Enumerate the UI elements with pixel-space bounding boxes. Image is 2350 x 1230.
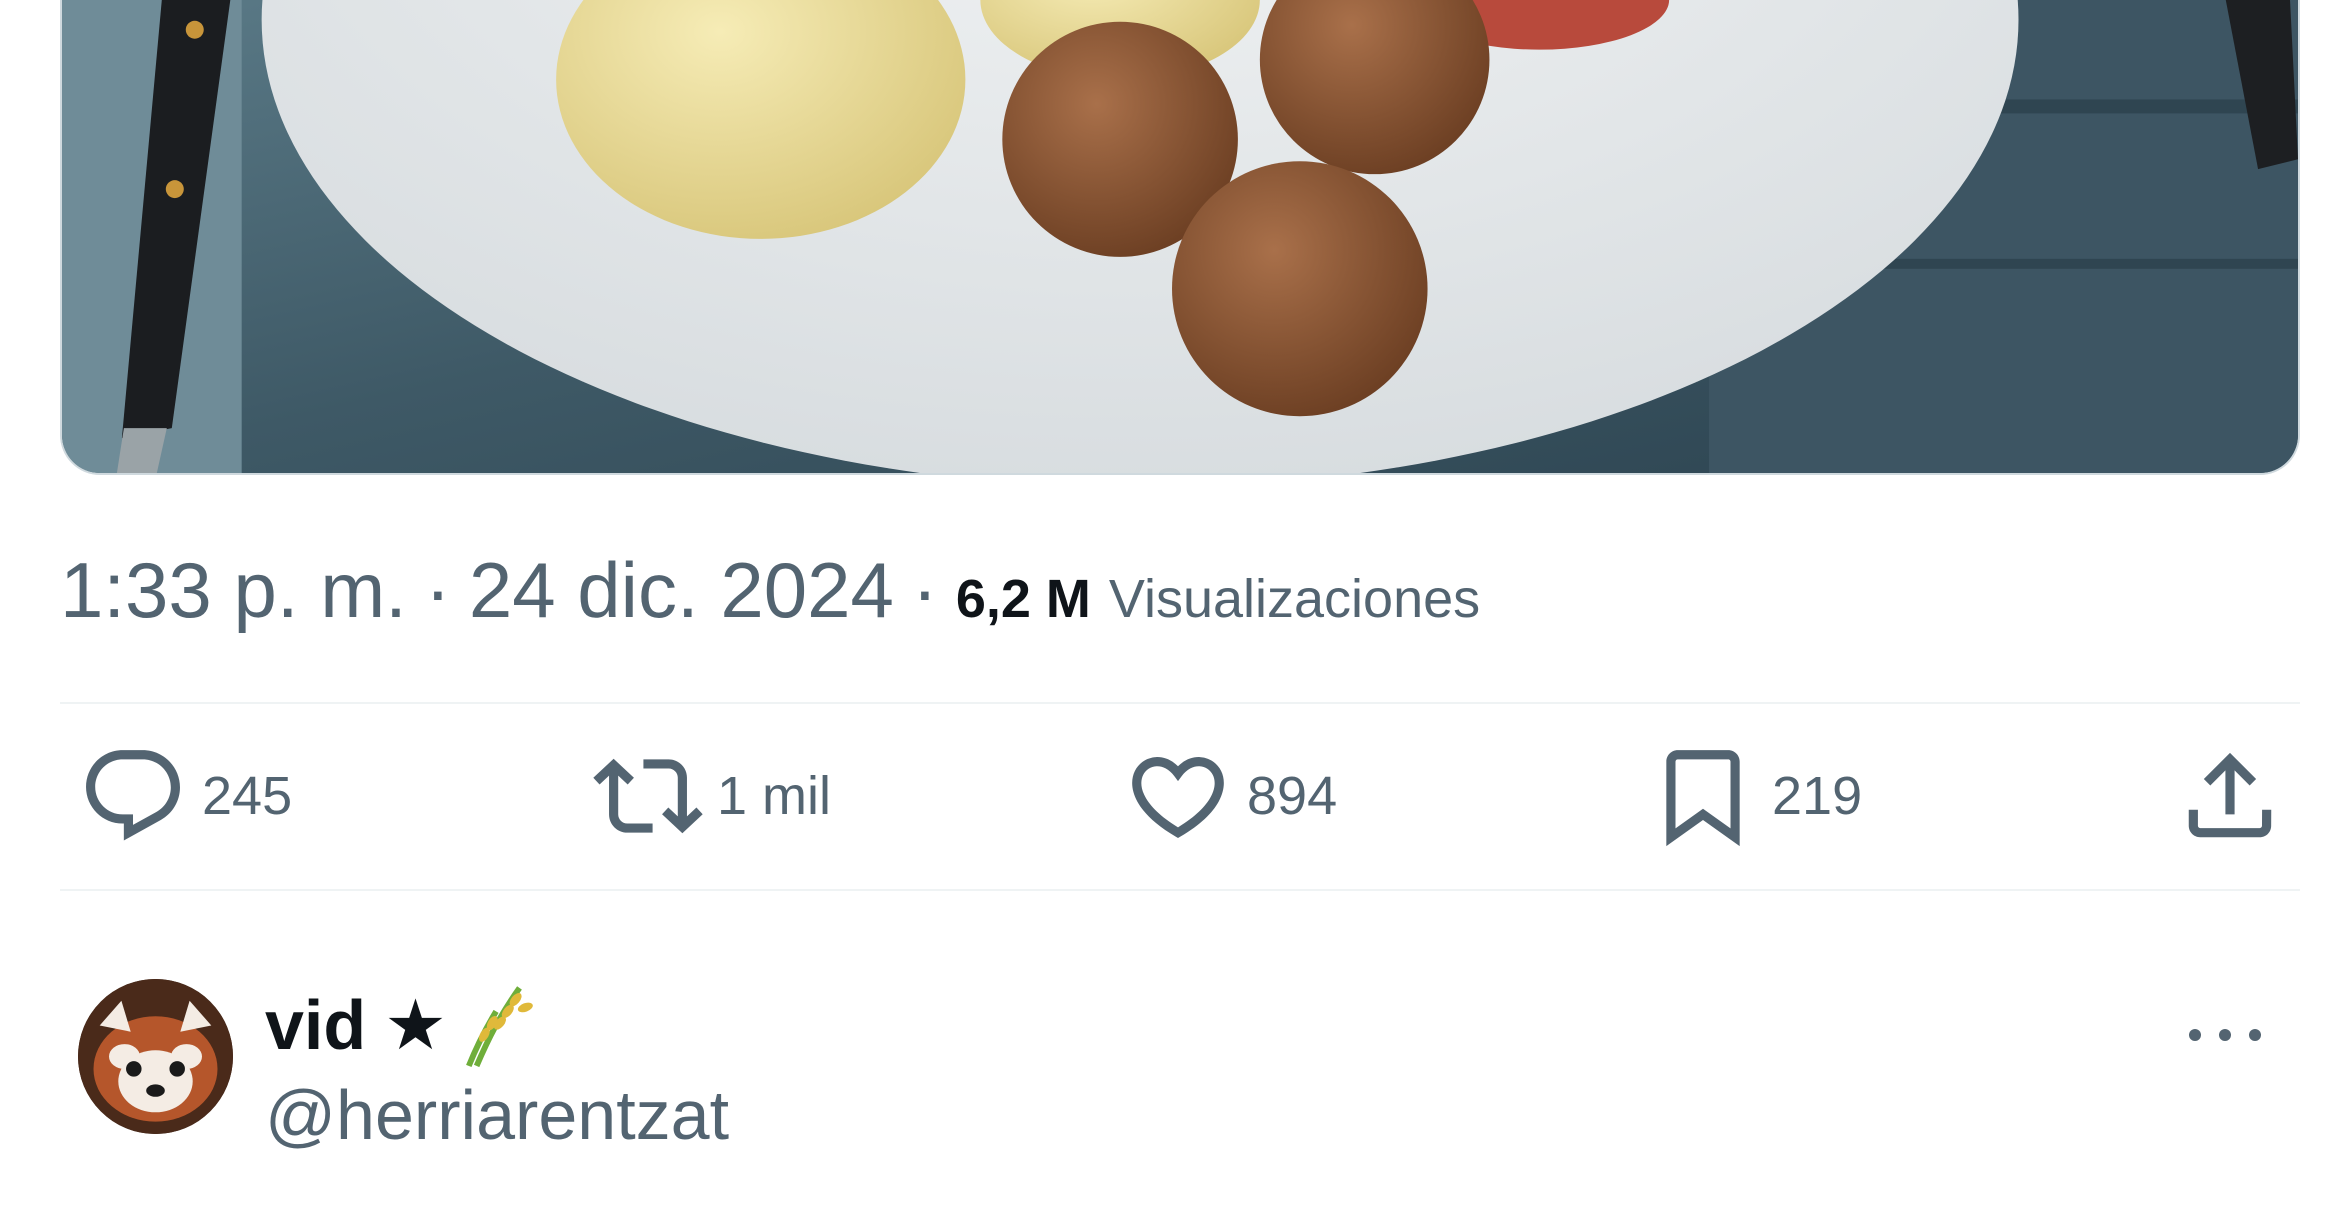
- author-handle[interactable]: @herriarentzat: [265, 1075, 729, 1155]
- retweet-button[interactable]: 1 mil: [593, 705, 831, 887]
- divider: [60, 889, 2300, 891]
- reply-author-header: vid ★ @herriarentzat: [78, 975, 2300, 1154]
- bookmark-button[interactable]: 219: [1648, 705, 1862, 887]
- tweet-action-bar: 245 1 mil 894 219: [60, 705, 2300, 887]
- divider: [60, 702, 2300, 704]
- tweet-media-photo[interactable]: [60, 0, 2300, 475]
- views-label: Visualizaciones: [1108, 569, 1481, 629]
- retweet-count: 1 mil: [717, 766, 832, 826]
- tweet-detail-page: 1:33 p. m. · 24 dic. 2024 · 6,2 M Visual…: [0, 0, 2350, 1230]
- rice-plant-icon: [465, 986, 533, 1068]
- author-name-row[interactable]: vid ★: [265, 985, 539, 1068]
- food-photo-image: [62, 0, 2298, 473]
- author-name[interactable]: vid: [265, 985, 366, 1065]
- red-panda-avatar-icon: [78, 979, 233, 1134]
- separator-dot: ·: [424, 546, 451, 634]
- like-count: 894: [1247, 766, 1338, 826]
- views-count: 6,2 M: [955, 569, 1091, 629]
- tweet-time[interactable]: 1:33 p. m.: [60, 545, 407, 636]
- share-icon: [2188, 752, 2272, 838]
- tweet-timestamp-line: 1:33 p. m. · 24 dic. 2024 · 6,2 M Visual…: [60, 545, 1480, 635]
- bookmark-count: 219: [1772, 766, 1863, 826]
- retweet-icon: [593, 758, 703, 834]
- like-button[interactable]: 894: [1123, 705, 1337, 887]
- bookmark-icon: [1666, 750, 1740, 847]
- reply-button[interactable]: 245: [78, 705, 292, 887]
- reply-count: 245: [202, 766, 293, 826]
- more-options-icon[interactable]: [2180, 1015, 2270, 1055]
- heart-icon: [1132, 757, 1224, 838]
- tweet-date[interactable]: 24 dic. 2024: [469, 545, 894, 636]
- star-icon: ★: [384, 986, 447, 1064]
- avatar[interactable]: [78, 979, 233, 1134]
- share-button[interactable]: [2175, 705, 2285, 887]
- reply-icon: [86, 750, 180, 841]
- separator-dot: ·: [911, 546, 938, 634]
